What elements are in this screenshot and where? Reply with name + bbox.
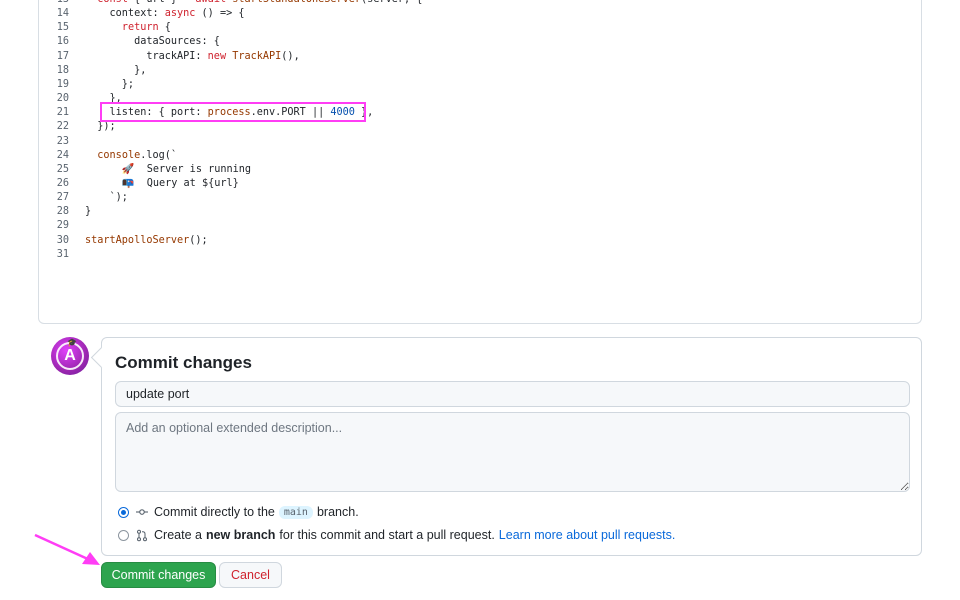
- commit-summary-input[interactable]: [115, 381, 910, 407]
- code-text: context: async () => {: [85, 8, 245, 20]
- line-number: 21: [56, 107, 69, 119]
- code-text: }: [85, 206, 92, 218]
- line-number: 27: [56, 192, 69, 204]
- line-number: 28: [56, 206, 69, 218]
- new-branch-bold: new branch: [205, 528, 276, 542]
- code-line: 26 📭 Query at ${url}: [39, 177, 921, 191]
- code-text: return {: [121, 22, 171, 34]
- line-number: 31: [56, 248, 69, 260]
- commit-changes-panel: Commit changes Commit directly to the ma…: [101, 337, 922, 556]
- line-number: 22: [56, 121, 69, 133]
- code-text: console.log(`: [97, 149, 178, 161]
- code-text: });: [85, 121, 116, 133]
- line-number: 14: [56, 8, 69, 20]
- commit-direct-option[interactable]: Commit directly to the main branch.: [118, 503, 359, 521]
- code-text: `);: [85, 192, 128, 204]
- commit-description-textarea[interactable]: [115, 412, 910, 492]
- line-number: 23: [56, 135, 69, 147]
- code-line: 13 const { url } = await startStandalone…: [39, 0, 921, 7]
- line-number: 17: [56, 50, 69, 62]
- code-text: };: [85, 78, 135, 90]
- code-text: startApolloServer();: [85, 234, 208, 246]
- new-branch-suffix: for this commit and start a pull request…: [279, 528, 495, 542]
- code-line: 30 startApolloServer();: [39, 234, 921, 248]
- new-branch-option[interactable]: Create a new branch for this commit and …: [118, 526, 675, 544]
- code-text: const { url } = await startStandaloneSer…: [85, 0, 422, 7]
- code-text: trackAPI: new TrackAPI(),: [85, 50, 300, 62]
- commit-direct-suffix: branch.: [316, 505, 359, 519]
- new-branch-radio[interactable]: [118, 529, 129, 541]
- code-text: dataSources: {: [85, 36, 220, 48]
- code-line: 24 console.log(`: [39, 149, 921, 163]
- line-number: 25: [56, 163, 69, 175]
- code-text: 🚀 Server is running: [85, 163, 252, 175]
- avatar[interactable]: A 🎓: [51, 337, 89, 375]
- commit-title: Commit changes: [115, 353, 252, 372]
- commit-changes-button[interactable]: Commit changes: [101, 562, 216, 588]
- line-number: 19: [56, 78, 69, 90]
- learn-more-link[interactable]: Learn more about pull requests.: [499, 528, 676, 542]
- code-text: },: [85, 64, 147, 76]
- commit-direct-radio[interactable]: [118, 506, 129, 518]
- annotation-arrow-icon: [34, 533, 100, 565]
- code-line: 31: [39, 248, 921, 262]
- line-number: 13: [41, 0, 69, 7]
- code-line: 15 return {: [39, 21, 921, 35]
- code-editor: 13 const { url } = await startStandalone…: [38, 0, 922, 324]
- code-text: 📭 Query at ${url}: [85, 177, 239, 189]
- line-number: 24: [56, 149, 69, 161]
- line-number: 15: [56, 22, 69, 34]
- code-line: 14 context: async () => {: [39, 7, 921, 21]
- code-line: 25 🚀 Server is running: [39, 163, 921, 177]
- line-number: 26: [56, 177, 69, 189]
- code-line: 23: [39, 135, 921, 149]
- annotation-highlight-box: [100, 102, 366, 122]
- code-line: 27 `);: [39, 191, 921, 205]
- new-branch-prefix: Create a: [154, 528, 202, 542]
- code-line: 29: [39, 219, 921, 233]
- code-line: 19 };: [39, 78, 921, 92]
- commit-direct-text: Commit directly to the: [154, 505, 275, 519]
- line-number: 18: [56, 64, 69, 76]
- line-number: 20: [56, 93, 69, 105]
- cancel-button[interactable]: Cancel: [219, 562, 282, 588]
- git-commit-icon: [135, 506, 149, 518]
- code-line: 28}: [39, 205, 921, 219]
- code-line: 18 },: [39, 64, 921, 78]
- branch-name-pill: main: [278, 505, 313, 519]
- code-line: 16 dataSources: {: [39, 35, 921, 49]
- code-line: 17 trackAPI: new TrackAPI(),: [39, 50, 921, 64]
- code-line: 22 });: [39, 120, 921, 134]
- git-pull-request-icon: [135, 529, 149, 542]
- line-number: 30: [56, 234, 69, 246]
- line-number: 29: [56, 220, 69, 232]
- line-number: 16: [56, 36, 69, 48]
- apollo-logo-icon: A 🎓: [56, 338, 84, 370]
